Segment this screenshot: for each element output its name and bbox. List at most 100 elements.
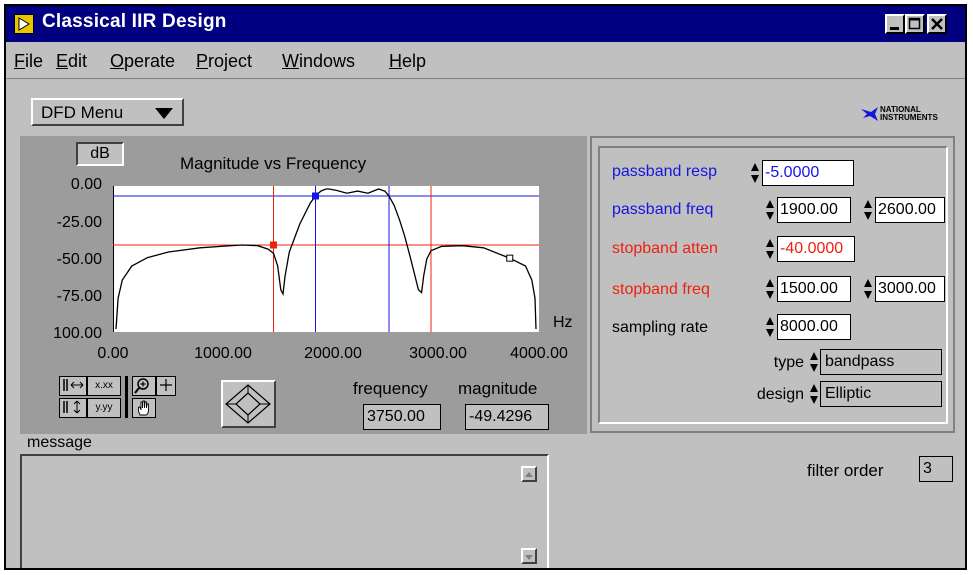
menu-project[interactable]: Project (196, 51, 252, 72)
frequency-readout-label: frequency (353, 379, 428, 398)
y-tick-label: -25.00 (56, 214, 102, 231)
passband-freq-label: passband freq (612, 201, 714, 218)
y-autoscale-button[interactable] (59, 398, 87, 418)
scroll-down-button[interactable] (521, 548, 537, 564)
x-tick-label: 3000.00 (409, 345, 467, 362)
stopband-freq-high-field[interactable]: 3000.00 (875, 276, 945, 302)
scroll-up-button[interactable] (521, 466, 537, 482)
stopband-freq-label: stopband freq (612, 281, 710, 298)
menu-edit[interactable]: Edit (56, 51, 87, 72)
type-ring-stepper[interactable] (809, 349, 819, 375)
spec-point-marker (312, 192, 319, 200)
ni-eagle-icon (861, 107, 878, 121)
stepper-arrows-icon (864, 279, 872, 299)
stopband-freq-high-stepper[interactable] (863, 276, 873, 302)
plot-background (113, 186, 539, 332)
passband-resp-field[interactable]: -5.0000 (762, 160, 854, 186)
design-ring-stepper[interactable] (809, 381, 819, 407)
pan-tool-button[interactable] (132, 398, 156, 418)
y-format-button[interactable]: y.yy (87, 398, 121, 418)
ni-logo-line2: INSTRUMENTS (880, 113, 938, 122)
design-ring[interactable]: Elliptic (820, 381, 942, 407)
close-icon (931, 18, 943, 30)
stepper-arrows-icon (766, 239, 774, 259)
maximize-button[interactable] (905, 14, 925, 34)
stepper-arrows-icon (751, 163, 759, 183)
message-label: message (27, 434, 92, 451)
y-tick-label: -50.00 (56, 251, 102, 268)
passband-freq-low-field[interactable]: 1900.00 (777, 197, 851, 223)
x-tick-label: 0.00 (97, 345, 129, 362)
x-format-button[interactable]: x.xx (87, 376, 121, 396)
x-tick-label: 4000.00 (510, 345, 568, 362)
minimize-icon (890, 27, 899, 30)
type-label: type (773, 354, 804, 371)
dfd-menu-button[interactable]: DFD Menu (31, 98, 184, 126)
x-unit-label: Hz (553, 314, 573, 331)
dropdown-arrow-icon (155, 108, 173, 119)
spec-point-marker (270, 241, 277, 249)
graph-title: Magnitude vs Frequency (180, 154, 367, 173)
passband-resp-label: passband resp (612, 163, 717, 180)
filter-order-indicator: 3 (919, 456, 953, 482)
stopband-atten-stepper[interactable] (765, 236, 775, 262)
x-tick-label: 2000.00 (304, 345, 362, 362)
passband-freq-high-stepper[interactable] (863, 197, 873, 223)
filter-spec-inner: passband resp -5.0000 passband freq 1900… (598, 146, 948, 424)
stepper-arrows-icon (766, 200, 774, 220)
menu-help[interactable]: Help (389, 51, 426, 72)
stopband-atten-field[interactable]: -40.0000 (777, 236, 855, 262)
scroll-up-arrow-icon (525, 472, 533, 477)
cursor-tool-button[interactable] (156, 376, 176, 396)
y-tick-label: 100.00 (53, 325, 102, 342)
sampling-rate-field[interactable]: 8000.00 (777, 314, 851, 340)
sampling-rate-stepper[interactable] (765, 314, 775, 340)
stepper-arrows-icon (864, 200, 872, 220)
filter-spec-panel: passband resp -5.0000 passband freq 1900… (590, 136, 955, 433)
x-tick-label: 1000.00 (194, 345, 252, 362)
message-box[interactable] (20, 454, 549, 568)
stopband-freq-low-field[interactable]: 1500.00 (777, 276, 851, 302)
passband-resp-stepper[interactable] (750, 160, 760, 186)
stepper-arrows-icon (810, 384, 818, 404)
type-ring[interactable]: bandpass (820, 349, 942, 375)
graph-palette: x.xx y.yy (59, 376, 209, 428)
stepper-arrows-icon (766, 317, 774, 337)
zoom-icon (134, 378, 149, 394)
labview-app-icon[interactable] (14, 14, 34, 34)
crosshair-icon (160, 379, 172, 391)
cursor-navigation-pad[interactable] (221, 380, 276, 428)
stopband-freq-low-stepper[interactable] (765, 276, 775, 302)
scroll-down-arrow-icon (525, 555, 533, 560)
db-scale-button[interactable]: dB (76, 142, 124, 166)
frequency-readout: 3750.00 (363, 404, 441, 430)
design-label: design (756, 386, 804, 403)
filter-order-label: filter order (807, 461, 884, 480)
x-autoscale-button[interactable] (59, 376, 87, 396)
palette-divider (125, 376, 128, 418)
y-tick-label: 0.00 (70, 176, 102, 193)
window-title: Classical IIR Design (42, 11, 227, 32)
magnitude-readout: -49.4296 (465, 404, 549, 430)
stepper-arrows-icon (766, 279, 774, 299)
close-button[interactable] (927, 14, 947, 34)
menu-operate[interactable]: Operate (110, 51, 175, 72)
graph-cursor-marker (506, 254, 514, 262)
magnitude-readout-label: magnitude (458, 379, 538, 398)
x-autoscale-icon (63, 379, 84, 391)
y-tick-label: -75.00 (56, 288, 102, 305)
maximize-icon (908, 17, 921, 30)
magnitude-plot[interactable] (113, 186, 539, 332)
title-bar[interactable]: Classical IIR Design (6, 6, 965, 42)
menu-file[interactable]: File (14, 51, 43, 72)
national-instruments-logo: NATIONAL INSTRUMENTS (861, 106, 953, 126)
y-autoscale-icon (63, 400, 81, 414)
passband-freq-low-stepper[interactable] (765, 197, 775, 223)
stopband-atten-label: stopband atten (612, 240, 718, 257)
minimize-button[interactable] (885, 14, 905, 34)
menu-windows[interactable]: Windows (282, 51, 355, 72)
passband-freq-high-field[interactable]: 2600.00 (875, 197, 945, 223)
zoom-tool-button[interactable] (132, 376, 156, 396)
dfd-menu-label: DFD Menu (41, 103, 124, 122)
magnitude-graph-panel: dB Magnitude vs Frequency 0.00 -25.00 -5… (20, 136, 587, 434)
